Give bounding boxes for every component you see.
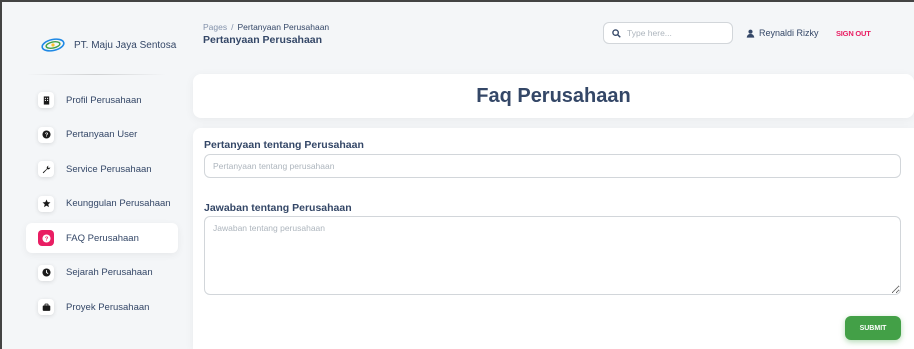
sidebar-item-proyek-perusahaan[interactable]: Proyek Perusahaan xyxy=(26,292,178,322)
sidebar-item-label: Sejarah Perusahaan xyxy=(66,267,153,278)
brand-name: PT. Maju Jaya Sentosa xyxy=(74,39,177,51)
sidebar-item-sejarah-perusahaan[interactable]: Sejarah Perusahaan xyxy=(26,258,178,288)
user-icon xyxy=(746,29,755,38)
search-box[interactable] xyxy=(603,22,733,44)
submit-button[interactable]: SUBMIT xyxy=(845,316,901,340)
sidebar-item-label: Keunggulan Perusahaan xyxy=(66,198,171,209)
question-label: Pertanyaan tentang Perusahaan xyxy=(204,139,364,151)
sidebar-nav: Profil Perusahaan ? Pertanyaan User Serv… xyxy=(26,85,178,327)
page-title: Pertanyaan Perusahaan xyxy=(203,34,323,46)
faq-form: Pertanyaan tentang Perusahaan Jawaban te… xyxy=(193,128,914,349)
sidebar-item-profil-perusahaan[interactable]: Profil Perusahaan xyxy=(26,85,178,115)
breadcrumb-separator: / xyxy=(231,22,234,32)
svg-text:?: ? xyxy=(44,236,48,242)
answer-textarea[interactable] xyxy=(204,216,901,295)
sidebar: PT. Maju Jaya Sentosa Profil Perusahaan … xyxy=(12,14,178,349)
question-icon: ? xyxy=(38,230,54,246)
wrench-icon xyxy=(38,161,54,177)
answer-label: Jawaban tentang Perusahaan xyxy=(204,202,352,214)
sidebar-item-label: Service Perusahaan xyxy=(66,163,152,175)
search-input[interactable] xyxy=(627,28,727,38)
sign-out-button[interactable]: SIGN OUT xyxy=(836,29,871,38)
breadcrumb-root[interactable]: Pages xyxy=(203,22,227,32)
card-title: Faq Perusahaan xyxy=(476,84,631,107)
sidebar-item-service-perusahaan[interactable]: Service Perusahaan xyxy=(26,154,178,184)
question-input[interactable] xyxy=(204,154,901,178)
brand-logo-icon xyxy=(41,38,65,52)
title-card: Faq Perusahaan xyxy=(193,74,914,118)
question-icon: ? xyxy=(38,126,54,143)
sidebar-item-label: Profil Perusahaan xyxy=(66,94,142,106)
breadcrumb-current: Pertanyaan Perusahaan xyxy=(237,22,330,32)
brand[interactable]: PT. Maju Jaya Sentosa xyxy=(40,30,176,60)
building-icon xyxy=(38,92,54,108)
svg-text:?: ? xyxy=(44,133,48,139)
sidebar-item-label: FAQ Perusahaan xyxy=(66,232,139,244)
sidebar-item-label: Proyek Perusahaan xyxy=(66,301,150,313)
sidebar-item-pertanyaan-user[interactable]: ? Pertanyaan User xyxy=(26,120,178,150)
breadcrumb: Pages / Pertanyaan Perusahaan xyxy=(203,22,329,32)
search-icon xyxy=(612,28,621,38)
sidebar-item-label: Pertanyaan User xyxy=(66,129,138,140)
clock-icon xyxy=(38,264,54,281)
sidebar-item-faq-perusahaan[interactable]: ? FAQ Perusahaan xyxy=(26,223,178,253)
user-name: Reynaldi Rizky xyxy=(759,28,819,38)
star-icon xyxy=(38,195,54,212)
user-account[interactable]: Reynaldi Rizky xyxy=(746,28,819,38)
briefcase-icon xyxy=(38,299,54,315)
sidebar-item-keunggulan-perusahaan[interactable]: Keunggulan Perusahaan xyxy=(26,189,178,219)
divider xyxy=(26,74,166,75)
